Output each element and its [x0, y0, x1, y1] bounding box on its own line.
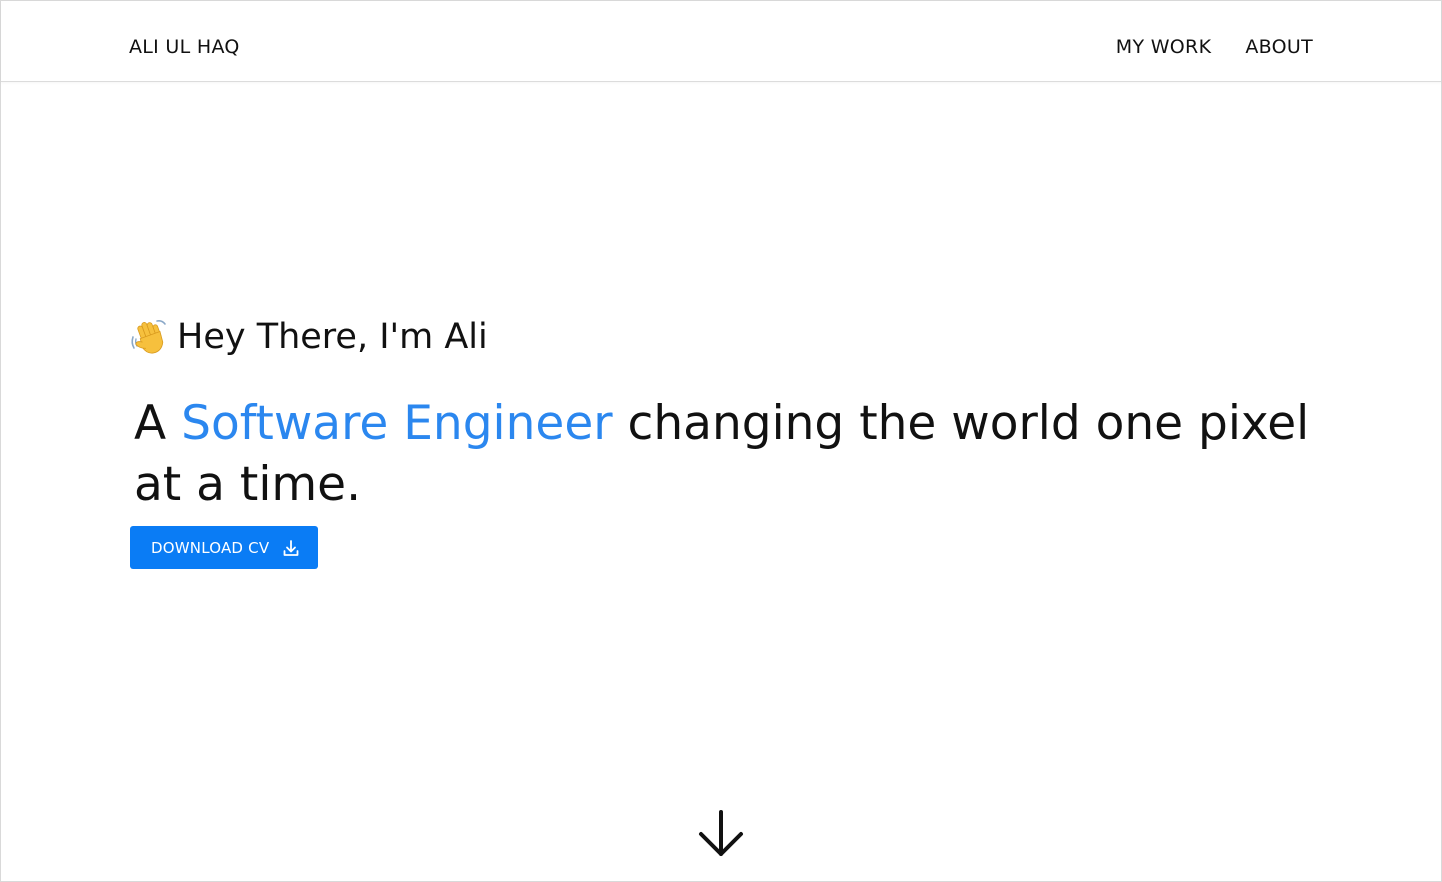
- nav-links: MY WORK ABOUT: [1116, 35, 1313, 59]
- page: ALI UL HAQ MY WORK ABOUT Hey There, I'm …: [0, 0, 1442, 882]
- nav-link-about[interactable]: ABOUT: [1245, 35, 1313, 59]
- navbar: ALI UL HAQ MY WORK ABOUT: [1, 1, 1441, 82]
- nav-link-my-work[interactable]: MY WORK: [1116, 35, 1212, 59]
- headline-prefix: A: [134, 396, 167, 451]
- brand-link[interactable]: ALI UL HAQ: [129, 35, 240, 59]
- greeting-text: Hey There, I'm Ali: [177, 317, 488, 357]
- download-cv-label: DOWNLOAD CV: [151, 538, 270, 557]
- hero-headline: A Software Engineer changing the world o…: [134, 393, 1324, 515]
- greeting: Hey There, I'm Ali: [129, 315, 488, 359]
- download-cv-button[interactable]: DOWNLOAD CV: [130, 526, 318, 569]
- arrow-down-icon: [697, 810, 745, 863]
- waving-hand-icon: [129, 317, 169, 357]
- headline-accent: Software Engineer: [181, 396, 613, 451]
- scroll-down-arrow[interactable]: [697, 809, 745, 859]
- download-icon: [281, 538, 301, 558]
